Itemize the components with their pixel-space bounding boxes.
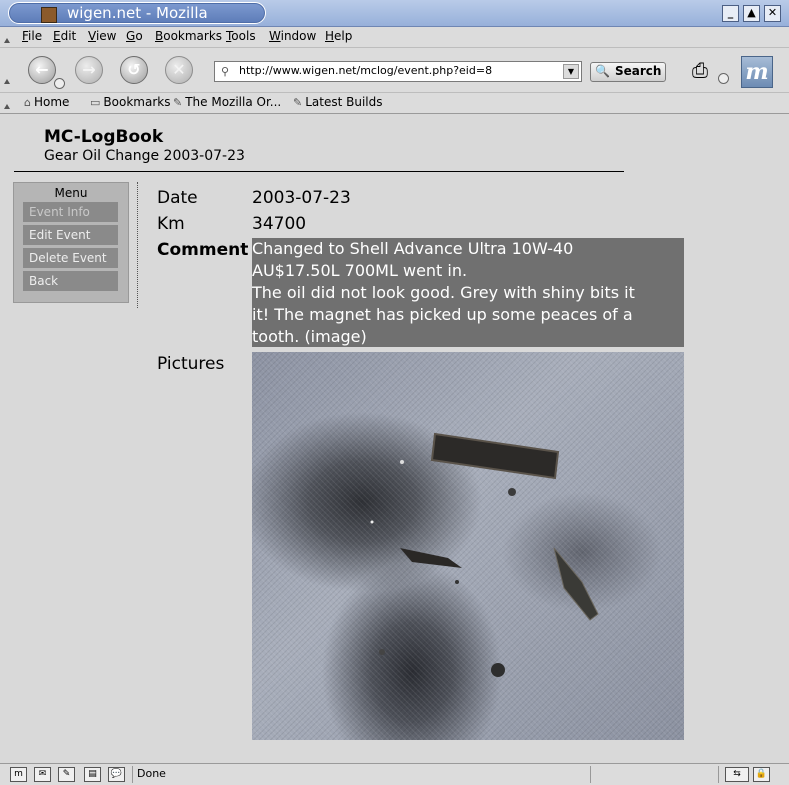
km-label: Km: [157, 214, 185, 234]
menu-separator: [137, 182, 138, 308]
menu-bar: File Edit View Go Bookmarks Tools Window…: [0, 27, 789, 48]
menu-view[interactable]: View: [88, 29, 116, 43]
url-bar[interactable]: ⚲ http://www.wigen.net/mclog/event.php?e…: [214, 61, 582, 82]
photo-metal-fragments: [370, 432, 599, 677]
bookmark-icon: ✎: [293, 96, 303, 109]
personal-toolbar: ⌂ Home ▭ Bookmarks ✎ The Mozilla Or... ✎ Lat…: [0, 93, 789, 114]
comment-line: it! The magnet has picked up some peaces…: [252, 305, 633, 324]
status-separator: [132, 766, 133, 783]
forward-button[interactable]: →: [75, 56, 103, 84]
comment-line: tooth. (image): [252, 327, 367, 346]
bookmark-icon: ✎: [173, 96, 183, 109]
status-separator: [590, 766, 591, 783]
bookmark-bookmarks-label: Bookmarks: [103, 95, 171, 109]
navigator-icon[interactable]: m: [10, 767, 27, 782]
close-button[interactable]: ✕: [764, 5, 781, 22]
menu-bookmarks[interactable]: Bookmarks: [155, 29, 222, 43]
side-menu: Menu Event Info Edit Event Delete Event …: [13, 182, 129, 303]
folder-icon: ▭: [90, 96, 101, 109]
status-separator: [718, 766, 719, 783]
search-icon: 🔍: [595, 64, 610, 78]
event-photo[interactable]: [252, 352, 684, 740]
search-button-label: Search: [615, 64, 662, 78]
bookmark-latest-builds[interactable]: ✎ Latest Builds: [293, 95, 383, 109]
bookmark-latest-builds-label: Latest Builds: [305, 95, 383, 109]
menu-go[interactable]: Go: [126, 29, 143, 43]
status-text: Done: [137, 767, 166, 780]
reload-button[interactable]: ↺: [120, 56, 148, 84]
window-titlebar: wigen.net - Mozilla _ ▲ ✕: [0, 0, 789, 27]
bookmark-bookmarks[interactable]: ▭ Bookmarks: [90, 95, 170, 109]
url-input[interactable]: http://www.wigen.net/mclog/event.php?eid…: [239, 64, 492, 77]
page-title: MC-LogBook: [44, 127, 164, 147]
stop-button[interactable]: ✕: [165, 56, 193, 84]
print-dropdown-icon[interactable]: [718, 73, 729, 84]
page-subtitle: Gear Oil Change 2003-07-23: [44, 148, 245, 164]
stop-icon: ✕: [172, 60, 186, 79]
side-menu-delete-event[interactable]: Delete Event: [23, 248, 118, 268]
irc-chat-icon[interactable]: 💬: [108, 767, 125, 782]
status-bar: m ✉ ✎ ▤ 💬 Done ⇆ 🔒: [0, 763, 789, 785]
online-status-icon[interactable]: ⇆: [725, 767, 749, 782]
comment-line: The oil did not look good. Grey with shi…: [252, 283, 635, 302]
km-value: 34700: [252, 214, 307, 234]
mail-icon[interactable]: ✉: [34, 767, 51, 782]
side-menu-event-info[interactable]: Event Info: [23, 202, 118, 222]
home-icon: ⌂: [24, 96, 31, 109]
comment-line: AU$17.50L 700ML went in.: [252, 261, 468, 280]
minimize-button[interactable]: _: [722, 5, 739, 22]
menu-edit[interactable]: Edit: [53, 29, 76, 43]
date-value: 2003-07-23: [252, 188, 351, 208]
page-proxy-icon[interactable]: ⚲: [221, 65, 229, 78]
search-button[interactable]: 🔍 Search: [590, 62, 666, 82]
mozilla-throbber-icon[interactable]: m: [741, 56, 773, 88]
menu-help[interactable]: Help: [325, 29, 352, 43]
side-menu-back[interactable]: Back: [23, 271, 118, 291]
forward-arrow-icon: →: [82, 60, 96, 79]
maximize-button[interactable]: ▲: [743, 5, 760, 22]
title-divider: [14, 171, 624, 172]
comment-line: Changed to Shell Advance Ultra 10W-40: [252, 239, 574, 258]
url-history-dropdown-icon[interactable]: ▼: [563, 64, 579, 79]
security-lock-icon: 🔒: [753, 767, 770, 782]
side-menu-edit-event[interactable]: Edit Event: [23, 225, 118, 245]
navbar-grip-icon[interactable]: [4, 70, 10, 86]
comment-label: Comment: [157, 240, 249, 260]
side-menu-heading: Menu: [54, 186, 88, 200]
navigation-toolbar: ← → ↺ ✕ ⚲ http://www.wigen.net/mclog/eve…: [0, 48, 789, 93]
comment-value: Changed to Shell Advance Ultra 10W-40 AU…: [252, 238, 684, 347]
menu-window[interactable]: Window: [269, 29, 316, 43]
menu-tools[interactable]: Tools: [226, 29, 256, 43]
back-history-dropdown-icon[interactable]: [54, 78, 65, 89]
bookmark-mozilla-org[interactable]: ✎ The Mozilla Or...: [173, 95, 281, 109]
app-icon: [41, 7, 57, 23]
date-label: Date: [157, 188, 198, 208]
page-content: MC-LogBook Gear Oil Change 2003-07-23 Me…: [4, 114, 784, 762]
menu-file[interactable]: File: [22, 29, 42, 43]
address-book-icon[interactable]: ▤: [84, 767, 101, 782]
persbar-grip-icon[interactable]: [4, 95, 10, 111]
bookmark-home[interactable]: ⌂ Home: [24, 95, 69, 109]
composer-icon[interactable]: ✎: [58, 767, 75, 782]
reload-icon: ↺: [127, 60, 141, 79]
window-title: wigen.net - Mozilla: [67, 4, 208, 22]
bookmark-home-label: Home: [33, 95, 70, 109]
back-button[interactable]: ←: [28, 56, 56, 84]
print-icon[interactable]: ⎙: [692, 58, 720, 82]
bookmark-mozilla-org-label: The Mozilla Or...: [185, 95, 282, 109]
window-title-pill[interactable]: wigen.net - Mozilla: [8, 2, 266, 24]
pictures-label: Pictures: [157, 354, 225, 374]
back-arrow-icon: ←: [35, 60, 49, 79]
menubar-grip-icon[interactable]: [4, 29, 10, 45]
